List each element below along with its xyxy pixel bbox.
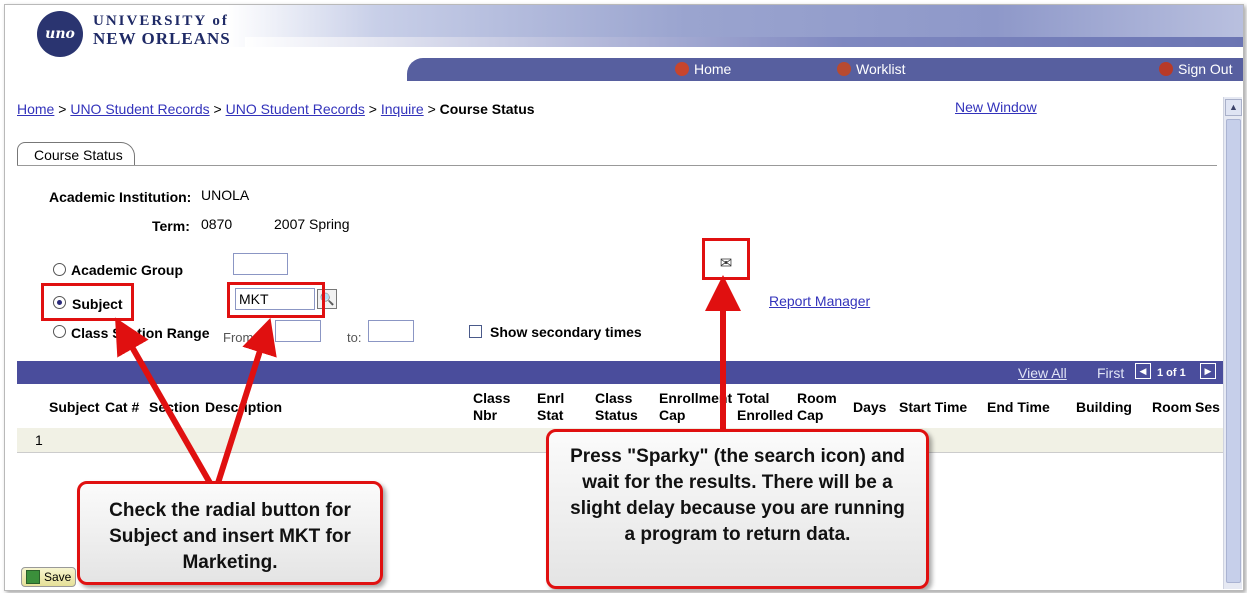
col-end-time: End Time: [987, 399, 1050, 415]
academic-group-radio[interactable]: [53, 263, 66, 276]
university-name-line1: UNIVERSITY of: [93, 13, 229, 29]
sparky-highlight-box: [702, 238, 750, 280]
show-secondary-checkbox[interactable]: [469, 325, 482, 338]
home-icon: [675, 62, 689, 76]
breadcrumb-separator: >: [427, 101, 436, 117]
col-room: Room: [1152, 399, 1192, 415]
university-name-line2: NEW ORLEANS: [93, 29, 231, 48]
breadcrumb-current: Course Status: [439, 101, 535, 117]
col-enrollment-cap: Enrollment Cap: [659, 390, 733, 423]
breadcrumb-separator: >: [368, 101, 377, 117]
vertical-scrollbar[interactable]: ▲: [1223, 97, 1242, 589]
col-section: Section: [149, 399, 200, 415]
to-label: to:: [347, 330, 362, 345]
show-secondary-label: Show secondary times: [490, 324, 642, 340]
from-label: From:: [223, 330, 257, 345]
col-enrl-stat: Enrl Stat: [537, 390, 565, 423]
breadcrumb: Home > UNO Student Records > UNO Student…: [17, 101, 535, 117]
university-logo: uno: [37, 11, 83, 57]
col-cat: Cat #: [105, 399, 140, 415]
nav-signout-label: Sign Out: [1178, 61, 1233, 77]
class-section-label: Class Section Range: [71, 325, 210, 341]
col-days: Days: [853, 399, 887, 415]
prev-page-icon[interactable]: ◀: [1135, 363, 1151, 379]
breadcrumb-home[interactable]: Home: [17, 101, 54, 117]
page-info: 1 of 1: [1157, 367, 1186, 379]
breadcrumb-inquire[interactable]: Inquire: [381, 101, 424, 117]
header-gradient: [245, 37, 1243, 47]
top-navbar: Home Worklist Sign Out: [407, 58, 1243, 81]
grid-toolbar: View All First ◀ 1 of 1 ▶: [17, 361, 1223, 384]
sign-out-icon: [1159, 62, 1173, 76]
tab-course-status[interactable]: Course Status: [17, 142, 135, 166]
col-session: Ses: [1195, 399, 1220, 415]
callout-subject-instruction: Check the radial button for Subject and …: [77, 481, 383, 585]
app-window: uno UNIVERSITY of NEW ORLEANS Home Workl…: [4, 4, 1244, 591]
subject-input-highlight-box: [227, 282, 325, 318]
tab-divider: [17, 165, 1217, 166]
nav-worklist-label: Worklist: [856, 61, 906, 77]
academic-group-input[interactable]: [233, 253, 288, 275]
to-input[interactable]: [368, 320, 414, 342]
institution-value: UNOLA: [201, 187, 250, 203]
term-label: Term:: [152, 218, 190, 234]
subject-highlight-box: [41, 283, 134, 321]
col-class-status: Class Status: [595, 390, 638, 423]
callout-sparky-instruction: Press "Sparky" (the search icon) and wai…: [546, 429, 929, 589]
nav-home-link[interactable]: Home: [675, 61, 731, 77]
term-description: 2007 Spring: [274, 216, 350, 232]
nav-signout-link[interactable]: Sign Out: [1159, 61, 1232, 77]
breadcrumb-separator: >: [213, 101, 222, 117]
institution-label: Academic Institution:: [49, 189, 192, 205]
nav-worklist-link[interactable]: Worklist: [837, 61, 906, 77]
breadcrumb-uno-student-records[interactable]: UNO Student Records: [70, 101, 209, 117]
first-link[interactable]: First: [1097, 365, 1124, 381]
col-building: Building: [1076, 399, 1132, 415]
col-description: Description: [205, 399, 283, 415]
academic-group-label: Academic Group: [71, 262, 184, 278]
col-start-time: Start Time: [899, 399, 968, 415]
term-code: 0870: [201, 216, 233, 232]
col-class-nbr: Class Nbr: [473, 390, 511, 423]
col-total-enrolled: Total Enrolled: [737, 390, 794, 423]
new-window-link[interactable]: New Window: [955, 99, 1037, 115]
next-page-icon[interactable]: ▶: [1200, 363, 1216, 379]
save-button[interactable]: Save: [21, 567, 77, 587]
view-all-link[interactable]: View All: [1018, 365, 1067, 381]
row-number: 1: [35, 432, 43, 448]
worklist-icon: [837, 62, 851, 76]
col-subject: Subject: [49, 399, 100, 415]
breadcrumb-separator: >: [58, 101, 67, 117]
from-input[interactable]: [275, 320, 321, 342]
scroll-up-icon[interactable]: ▲: [1225, 99, 1242, 116]
breadcrumb-uno-student-records-2[interactable]: UNO Student Records: [226, 101, 365, 117]
report-manager-link[interactable]: Report Manager: [769, 293, 870, 309]
scroll-thumb[interactable]: [1226, 119, 1241, 583]
col-room-cap: Room Cap: [797, 390, 837, 423]
class-section-radio[interactable]: [53, 325, 66, 338]
nav-home-label: Home: [694, 61, 732, 77]
